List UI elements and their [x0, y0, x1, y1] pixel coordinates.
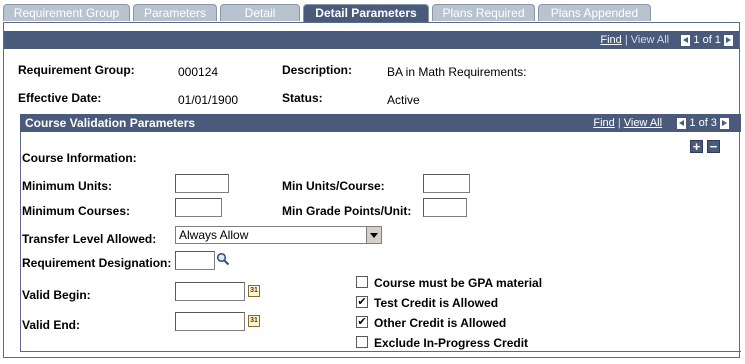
- next-arrow-icon[interactable]: [720, 117, 729, 129]
- requirement-group-value: 000124: [178, 65, 219, 79]
- section-border: [20, 132, 21, 352]
- tab-detail[interactable]: Detail: [220, 4, 300, 21]
- nav-separator: |: [624, 34, 628, 46]
- tab-plans-required[interactable]: Plans Required: [432, 4, 535, 21]
- requirement-group-label: Requirement Group:: [18, 63, 135, 77]
- status-value: Active: [387, 93, 420, 107]
- prev-arrow-icon[interactable]: [677, 117, 687, 129]
- calendar-icon[interactable]: 31: [248, 315, 260, 327]
- next-arrow-icon[interactable]: [724, 34, 733, 46]
- tab-strip: Requirement Group Parameters Detail Deta…: [0, 4, 745, 22]
- find-link[interactable]: Find: [593, 117, 614, 129]
- header-bar: Find | View All 1 of 1: [4, 31, 739, 49]
- header-nav: Find | View All 1 of 1: [600, 32, 733, 48]
- tab-label: Detail: [244, 6, 276, 20]
- status-label: Status:: [282, 91, 323, 105]
- tab-label: Requirement Group: [13, 6, 120, 20]
- paging-text: 1 of 1: [693, 34, 721, 46]
- requirement-designation-label: Requirement Designation:: [22, 256, 172, 270]
- add-row-icon[interactable]: +: [690, 140, 703, 153]
- main-panel: Find | View All 1 of 1 Requirement Group…: [3, 22, 741, 358]
- transfer-level-select[interactable]: Always Allow: [175, 226, 382, 244]
- test-credit-checkbox[interactable]: ✔: [356, 296, 368, 308]
- delete-row-icon[interactable]: −: [707, 140, 720, 153]
- view-all-link[interactable]: View All: [631, 34, 669, 46]
- prev-arrow-icon[interactable]: [681, 34, 691, 46]
- other-credit-label: Other Credit is Allowed: [374, 316, 507, 330]
- description-value: BA in Math Requirements:: [387, 65, 527, 79]
- tab-parameters[interactable]: Parameters: [133, 4, 217, 21]
- gpa-material-label: Course must be GPA material: [374, 276, 543, 290]
- search-icon[interactable]: [216, 252, 230, 266]
- tab-label: Plans Required: [442, 6, 525, 20]
- effective-date-value: 01/01/1900: [178, 93, 239, 107]
- nav-separator: |: [617, 117, 621, 129]
- exclude-inprogress-label: Exclude In-Progress Credit: [374, 336, 529, 350]
- other-credit-checkbox[interactable]: ✔: [356, 316, 368, 328]
- paging-text: 1 of 3: [689, 117, 717, 129]
- min-units-course-input[interactable]: [423, 174, 470, 193]
- min-grade-points-label: Min Grade Points/Unit:: [282, 204, 412, 218]
- section-title: Course Validation Parameters: [25, 116, 196, 130]
- effective-date-label: Effective Date:: [18, 91, 102, 105]
- calendar-icon[interactable]: 31: [248, 285, 260, 297]
- valid-begin-input[interactable]: [175, 282, 245, 301]
- tab-label: Detail Parameters: [315, 6, 417, 20]
- min-units-course-label: Min Units/Course:: [282, 179, 385, 193]
- description-label: Description:: [282, 63, 353, 77]
- transfer-level-label: Transfer Level Allowed:: [22, 232, 157, 246]
- test-credit-label: Test Credit is Allowed: [374, 296, 499, 310]
- course-information-heading: Course Information:: [22, 151, 137, 165]
- minimum-courses-label: Minimum Courses:: [22, 204, 131, 218]
- valid-begin-label: Valid Begin:: [22, 288, 91, 302]
- find-link[interactable]: Find: [600, 34, 621, 46]
- gpa-material-checkbox[interactable]: [356, 276, 368, 288]
- requirement-designation-input[interactable]: [175, 251, 215, 270]
- transfer-level-value: Always Allow: [179, 228, 249, 242]
- chevron-down-icon[interactable]: [366, 227, 381, 243]
- tab-plans-appended[interactable]: Plans Appended: [538, 4, 651, 21]
- valid-end-input[interactable]: [175, 312, 245, 331]
- minimum-units-input[interactable]: [175, 174, 229, 193]
- min-grade-points-input[interactable]: [423, 198, 467, 217]
- exclude-inprogress-checkbox[interactable]: [356, 336, 368, 348]
- valid-end-label: Valid End:: [22, 318, 81, 332]
- view-all-link[interactable]: View All: [624, 117, 662, 129]
- minimum-units-label: Minimum Units:: [22, 179, 112, 193]
- minimum-courses-input[interactable]: [175, 198, 222, 217]
- tab-label: Parameters: [143, 6, 207, 20]
- tab-requirement-group[interactable]: Requirement Group: [3, 4, 130, 21]
- section-nav: Find | View All 1 of 3: [593, 115, 729, 131]
- tab-label: Plans Appended: [550, 6, 639, 20]
- section-border: [20, 351, 741, 352]
- tab-detail-parameters[interactable]: Detail Parameters: [303, 4, 429, 22]
- section-bar: Course Validation Parameters Find | View…: [20, 114, 741, 132]
